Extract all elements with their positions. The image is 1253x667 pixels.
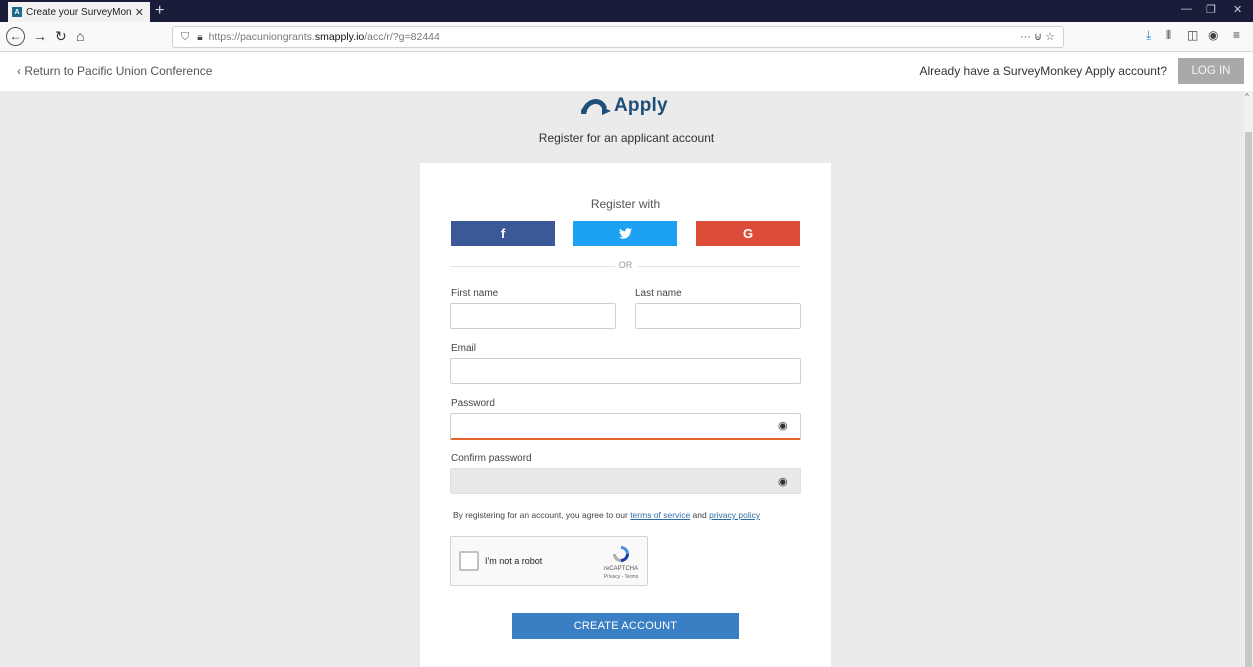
minimize-icon[interactable]: —: [1181, 3, 1192, 15]
forward-arrow-icon[interactable]: →: [33, 27, 47, 45]
address-bar[interactable]: ⛉ 🔒︎ https://pacuniongrants. smapply.io/a…: [172, 26, 1064, 48]
return-link-label: Return to Pacific Union Conference: [24, 64, 213, 78]
terms-prefix: By registering for an account, you agree…: [453, 510, 631, 520]
recaptcha-label: I'm not a robot: [485, 556, 543, 566]
already-have-account-text: Already have a SurveyMonkey Apply accoun…: [919, 64, 1167, 78]
password-input[interactable]: [450, 413, 801, 440]
show-password-icon[interactable]: ◉: [778, 419, 788, 432]
facebook-icon: f: [500, 226, 506, 241]
google-button[interactable]: G: [696, 221, 800, 246]
site-favicon-icon: A: [12, 7, 22, 17]
confirm-password-input[interactable]: [450, 468, 801, 494]
browser-tab[interactable]: A Create your SurveyMonkey Ap ✕: [8, 2, 150, 22]
download-icon[interactable]: ⤓: [1146, 28, 1151, 43]
url-prefix: https://pacuniongrants.: [208, 31, 315, 43]
browser-titlebar: A Create your SurveyMonkey Ap ✕ + — ❐ ✕: [0, 0, 1253, 22]
reload-icon[interactable]: ↻: [55, 27, 67, 45]
url-path: /acc/r/?g=82444: [364, 31, 440, 43]
apply-logo: Apply: [578, 95, 668, 117]
lock-icon[interactable]: 🔒︎: [197, 32, 202, 43]
register-with-heading: Register with: [590, 197, 661, 211]
email-label: Email: [451, 343, 477, 354]
recaptcha-brand: reCAPTCHA: [603, 566, 638, 572]
back-arrow-icon[interactable]: ←: [6, 27, 25, 46]
register-card: Register with f G OR First name Last nam…: [420, 163, 831, 667]
google-icon: G: [742, 226, 754, 241]
or-separator: OR: [618, 260, 633, 270]
tab-close-icon[interactable]: ✕: [135, 6, 144, 19]
confirm-password-label: Confirm password: [451, 453, 532, 464]
terms-and: and: [690, 510, 710, 520]
password-label: Password: [451, 398, 495, 409]
library-icon[interactable]: ⫴: [1166, 28, 1171, 43]
home-icon[interactable]: ⌂: [76, 27, 84, 45]
login-button[interactable]: LOG IN: [1178, 58, 1244, 84]
terms-of-service-link[interactable]: terms of service: [630, 510, 690, 520]
tracking-shield-icon[interactable]: ⛉: [181, 31, 189, 44]
privacy-policy-link[interactable]: privacy policy: [709, 510, 760, 520]
url-host: smapply.io: [314, 31, 365, 43]
page-actions-icon[interactable]: ··· ⊍ ☆: [1020, 30, 1055, 43]
new-tab-button[interactable]: +: [155, 1, 164, 21]
logo-text: Apply: [614, 95, 668, 116]
create-account-button[interactable]: CREATE ACCOUNT: [512, 613, 739, 639]
terms-notice: By registering for an account, you agree…: [453, 510, 760, 520]
browser-toolbar: ← → ↻ ⌂ ⛉ 🔒︎ https://pacuniongrants. smap…: [0, 22, 1253, 52]
page-title: Register for an applicant account: [538, 131, 715, 145]
restore-icon[interactable]: ❐: [1206, 3, 1216, 16]
email-input[interactable]: [450, 358, 801, 384]
tab-title: Create your SurveyMonkey Ap: [26, 6, 131, 18]
first-name-input[interactable]: [450, 303, 616, 329]
surveymonkey-logo-icon: [581, 99, 611, 115]
twitter-button[interactable]: [573, 221, 677, 246]
app-header: ‹ Return to Pacific Union Conference Alr…: [0, 52, 1253, 91]
window-close-icon[interactable]: ✕: [1233, 3, 1242, 16]
last-name-input[interactable]: [635, 303, 801, 329]
recaptcha-privacy-terms[interactable]: Privacy - Terms: [600, 574, 642, 580]
sidebar-icon[interactable]: ◫: [1187, 28, 1198, 42]
recaptcha-checkbox[interactable]: [459, 551, 479, 571]
scrollbar-thumb[interactable]: [1245, 132, 1252, 667]
last-name-label: Last name: [635, 288, 682, 299]
first-name-label: First name: [451, 288, 499, 299]
show-confirm-password-icon[interactable]: ◉: [778, 475, 788, 488]
menu-icon[interactable]: ≡: [1233, 28, 1240, 42]
account-icon[interactable]: ◉: [1208, 28, 1218, 42]
twitter-icon: [618, 228, 632, 239]
recaptcha-widget: I'm not a robot reCAPTCHA Privacy - Term…: [450, 536, 648, 586]
scroll-up-icon[interactable]: ^: [1245, 92, 1249, 101]
return-link[interactable]: ‹ Return to Pacific Union Conference: [17, 64, 212, 78]
recaptcha-logo-icon: [613, 546, 629, 562]
facebook-button[interactable]: f: [451, 221, 555, 246]
